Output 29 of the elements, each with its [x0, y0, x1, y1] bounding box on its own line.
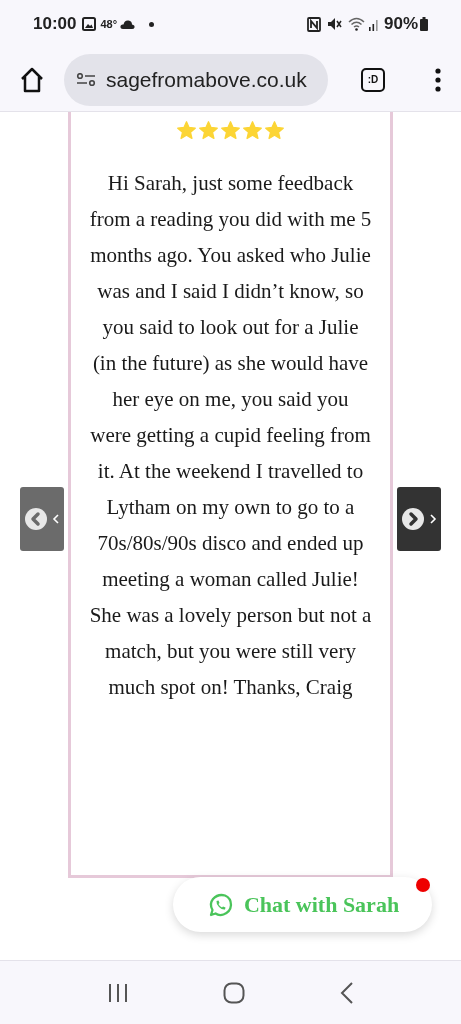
caret-right-icon	[427, 512, 438, 526]
cloud-icon	[120, 19, 136, 29]
star-icon	[198, 120, 219, 141]
back-icon[interactable]	[339, 981, 354, 1004]
mute-icon	[326, 17, 342, 31]
star-icon	[176, 120, 197, 141]
next-button[interactable]	[397, 487, 441, 551]
more-options-icon[interactable]	[435, 67, 441, 92]
chevron-left-icon	[23, 507, 48, 531]
chevron-right-icon	[400, 507, 425, 531]
caret-left-icon	[50, 512, 61, 526]
recent-apps-icon[interactable]	[107, 982, 130, 1003]
status-time: 10:00	[33, 13, 77, 36]
star-icon	[220, 120, 241, 141]
temperature-text: 48°	[100, 16, 118, 32]
star-icon	[264, 120, 285, 141]
battery-icon	[420, 17, 428, 31]
testimonial-text: Hi Sarah, just some feedback from a reading you did with me 5 months ago. You asked who Julie was and I said I didn’t know, so you said to look out for a Julie (in the future) as she would have her eye on me, you said you were getting a cupid feeling from it. At the weekend I travelled to Lytham on my own to go to a 70s/80s/90s disco and ended up meeting a woman called Julie! She was a lovely person but not a match, but you were still very much spot on! Thanks, Craig	[89, 170, 372, 701]
site-settings-icon[interactable]	[76, 72, 96, 87]
wifi-icon	[347, 17, 365, 31]
star-icon	[242, 120, 263, 141]
home-button-icon[interactable]	[223, 981, 246, 1004]
battery-text: 90%	[383, 13, 418, 36]
nfc-icon	[306, 16, 321, 32]
tab-switcher-button[interactable]: :D	[361, 67, 385, 92]
image-icon	[82, 17, 97, 31]
address-bar[interactable]: sagefromabove.co.uk	[64, 53, 328, 106]
signal-icon	[367, 17, 380, 31]
url-text: sagefromabove.co.uk	[106, 66, 307, 93]
